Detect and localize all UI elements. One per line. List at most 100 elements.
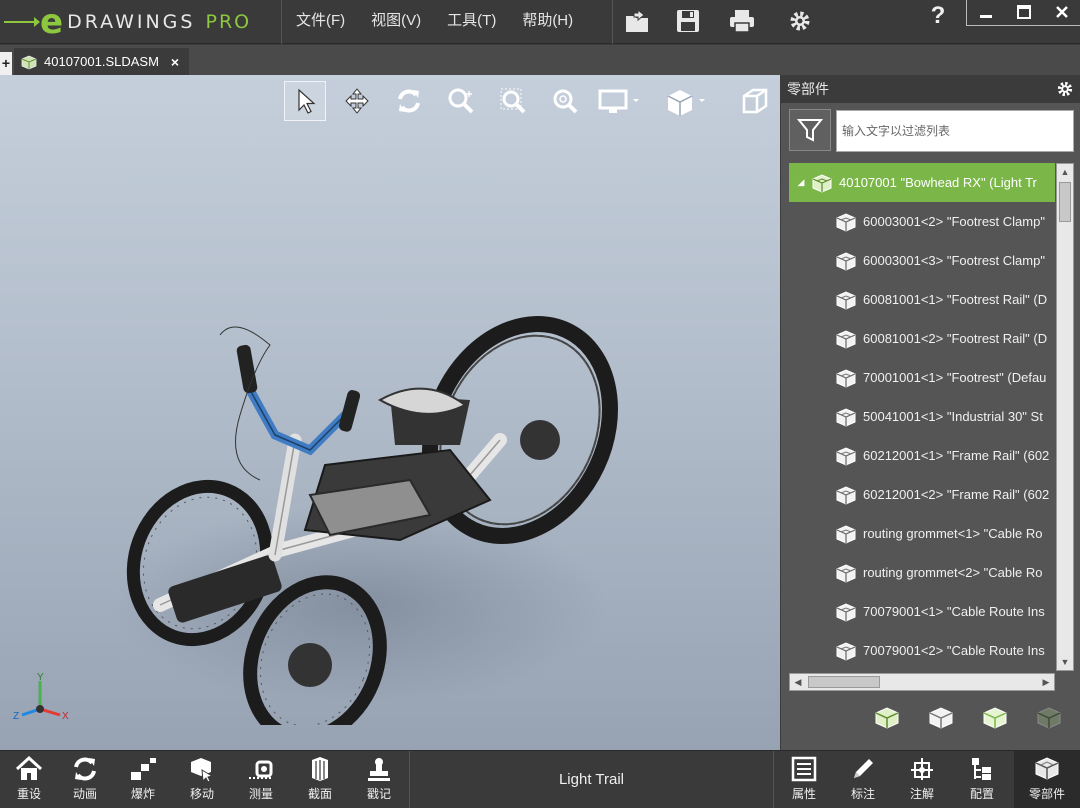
components-panel: 零部件 ◢ 40107001 "Bowhead RX" (Light Tr 60… <box>781 75 1080 750</box>
tree-item[interactable]: 60003001<2> "Footrest Clamp" <box>789 202 1055 241</box>
settings-button[interactable] <box>784 6 816 36</box>
standard-views-button[interactable] <box>734 81 776 121</box>
scroll-up-arrow-icon[interactable]: ▲ <box>1057 164 1073 180</box>
menu-bar: 文件(F) 视图(V) 工具(T) 帮助(H) <box>283 0 586 44</box>
tree-vertical-scrollbar[interactable]: ▲ ▼ <box>1056 163 1074 671</box>
document-tab[interactable]: 40107001.SLDASM × <box>14 48 189 75</box>
tree-item-label: 60081001<1> "Footrest Rail" (D <box>863 292 1048 307</box>
tree-root-item[interactable]: ◢ 40107001 "Bowhead RX" (Light Tr <box>789 163 1055 202</box>
scroll-down-arrow-icon[interactable]: ▼ <box>1057 654 1073 670</box>
tree-item[interactable]: 70079001<2> "Cable Route Ins <box>789 631 1055 670</box>
part-icon <box>835 407 857 427</box>
part-icon <box>835 290 857 310</box>
tree-item[interactable]: 50041001<1> "Industrial 30" St <box>789 397 1055 436</box>
section-icon <box>312 757 328 781</box>
move-icon <box>191 758 214 782</box>
minimize-button[interactable] <box>967 0 1005 24</box>
components-button[interactable]: 零部件 <box>1014 751 1080 808</box>
menu-view[interactable]: 视图(V) <box>358 0 434 44</box>
triad-x-label: X <box>62 711 69 722</box>
scroll-left-arrow-icon[interactable]: ◀ <box>790 674 806 690</box>
tree-item-label: 60212001<1> "Frame Rail" (602 <box>863 448 1050 463</box>
menu-file[interactable]: 文件(F) <box>283 0 358 44</box>
reset-button[interactable]: 重设 <box>0 751 58 808</box>
filter-button[interactable] <box>789 109 831 151</box>
show-all-button[interactable] <box>871 703 903 733</box>
part-icon <box>835 485 857 505</box>
tree-item-label: 60212001<2> "Frame Rail" (602 <box>863 487 1050 502</box>
help-button[interactable]: ? <box>926 2 950 30</box>
print-button[interactable] <box>726 6 758 36</box>
document-tab-close-button[interactable]: × <box>171 54 179 70</box>
tree-item[interactable]: 60081001<2> "Footrest Rail" (D <box>789 319 1055 358</box>
measure-button[interactable]: 测量 <box>232 751 290 808</box>
animate-button[interactable]: 动画 <box>56 751 114 808</box>
display-style-button[interactable] <box>598 81 640 121</box>
save-icon <box>677 10 699 32</box>
filter-input[interactable] <box>836 110 1074 152</box>
panel-title: 零部件 <box>787 81 829 97</box>
tree-item[interactable]: 60212001<1> "Frame Rail" (602 <box>789 436 1055 475</box>
3d-viewport[interactable]: Y X Z <box>0 75 780 750</box>
new-tab-button[interactable]: + <box>0 52 12 75</box>
panel-settings-gear-icon[interactable] <box>1056 80 1074 98</box>
annotation-icon <box>911 758 933 780</box>
tree-item-label: 60003001<3> "Footrest Clamp" <box>863 253 1045 268</box>
tree-item-label: 50041001<1> "Industrial 30" St <box>863 409 1043 424</box>
menu-help[interactable]: 帮助(H) <box>509 0 586 44</box>
part-icon <box>835 329 857 349</box>
maximize-button[interactable] <box>1005 0 1043 24</box>
section-label: 截面 <box>307 787 332 801</box>
3d-model-bike[interactable] <box>100 305 630 725</box>
section-view-button[interactable] <box>664 81 706 121</box>
configuration-name: Light Trail <box>558 771 625 788</box>
stamp-button[interactable]: 戳记 <box>350 751 408 808</box>
explode-icon <box>131 758 156 780</box>
part-icon <box>835 368 857 388</box>
close-button[interactable] <box>1043 0 1080 24</box>
zoom-to-fit-button[interactable] <box>440 81 482 121</box>
tree-item[interactable]: 70001001<1> "Footrest" (Defau <box>789 358 1055 397</box>
open-button[interactable] <box>622 6 654 36</box>
horizontal-scroll-thumb[interactable] <box>808 676 880 688</box>
rotate-tool-button[interactable] <box>388 81 430 121</box>
hide-button[interactable] <box>925 703 957 733</box>
isolate-button[interactable] <box>979 703 1011 733</box>
configurations-button[interactable]: 配置 <box>953 751 1011 808</box>
zoom-button[interactable] <box>544 81 586 121</box>
section-button[interactable]: 截面 <box>291 751 349 808</box>
tree-item[interactable]: 60212001<2> "Frame Rail" (602 <box>789 475 1055 514</box>
tree-root-label: 40107001 "Bowhead RX" (Light Tr <box>839 175 1037 190</box>
part-icon <box>835 446 857 466</box>
component-tree[interactable]: ◢ 40107001 "Bowhead RX" (Light Tr 600030… <box>789 163 1055 671</box>
markup-button[interactable]: 标注 <box>834 751 892 808</box>
print-icon <box>730 10 754 33</box>
pan-tool-button[interactable] <box>336 81 378 121</box>
components-icon <box>1035 757 1059 780</box>
properties-button[interactable]: 属性 <box>775 751 833 808</box>
tree-children: 60003001<2> "Footrest Clamp" 60003001<3> … <box>789 202 1055 670</box>
menu-separator <box>612 0 613 44</box>
tree-item[interactable]: 60081001<1> "Footrest Rail" (D <box>789 280 1055 319</box>
transparency-button[interactable] <box>1033 703 1065 733</box>
select-tool-button[interactable] <box>284 81 326 121</box>
tree-item[interactable]: routing grommet<1> "Cable Ro <box>789 514 1055 553</box>
vertical-scroll-thumb[interactable] <box>1059 182 1071 222</box>
annotation-button[interactable]: 注解 <box>893 751 951 808</box>
document-tab-label: 40107001.SLDASM <box>44 54 159 69</box>
standard-views-icon <box>742 88 768 114</box>
menu-tools[interactable]: 工具(T) <box>434 0 509 44</box>
tree-expand-toggle[interactable]: ◢ <box>791 177 811 188</box>
tree-horizontal-scrollbar[interactable]: ◀ ▶ <box>789 673 1055 691</box>
scroll-right-arrow-icon[interactable]: ▶ <box>1038 674 1054 690</box>
tree-item[interactable]: 60003001<3> "Footrest Clamp" <box>789 241 1055 280</box>
zoom-to-area-button[interactable] <box>492 81 534 121</box>
tree-item[interactable]: 70079001<1> "Cable Route Ins <box>789 592 1055 631</box>
tree-item-label: 70001001<1> "Footrest" (Defau <box>863 370 1047 385</box>
explode-button[interactable]: 爆炸 <box>114 751 172 808</box>
save-button[interactable] <box>672 6 704 36</box>
tree-item[interactable]: routing grommet<2> "Cable Ro <box>789 553 1055 592</box>
stamp-label: 戳记 <box>366 787 391 801</box>
window-controls <box>966 0 1080 26</box>
move-button[interactable]: 移动 <box>173 751 231 808</box>
